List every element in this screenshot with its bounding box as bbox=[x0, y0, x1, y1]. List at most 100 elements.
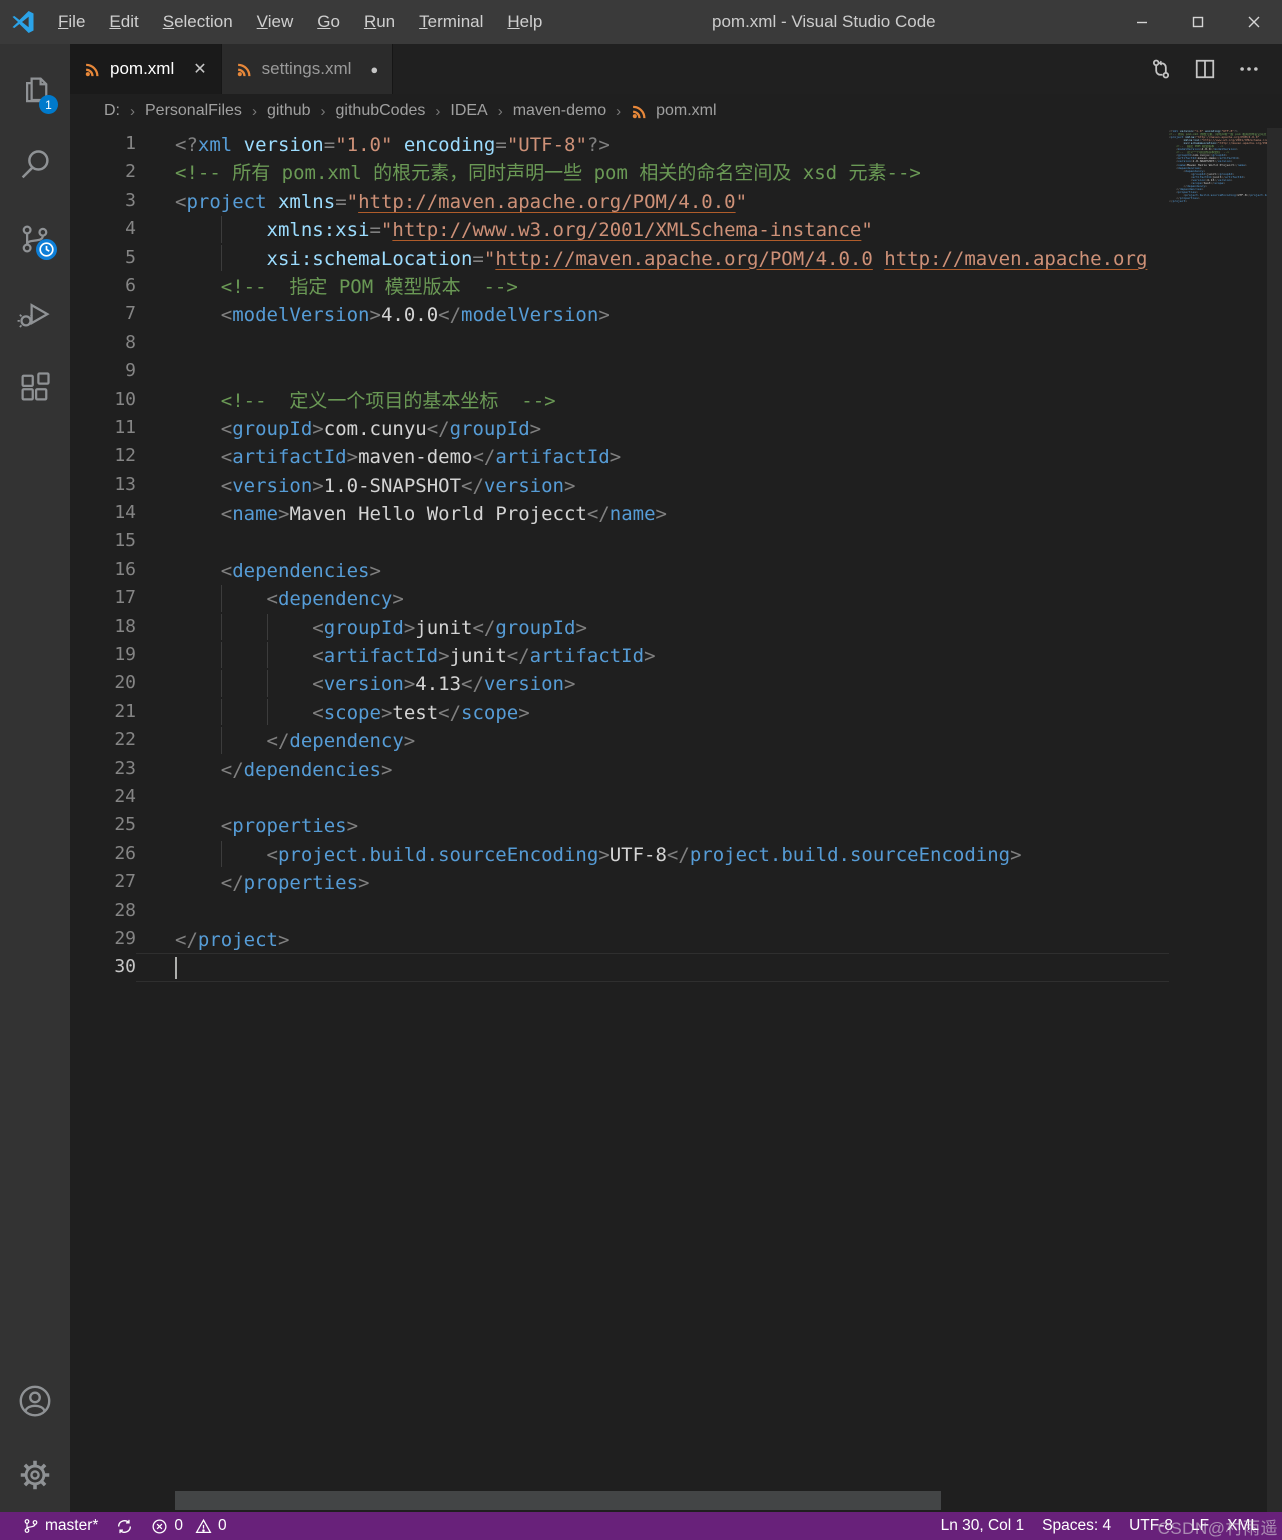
indentation-status[interactable]: Spaces: 4 bbox=[1033, 1517, 1120, 1535]
activity-bar: 1 bbox=[0, 44, 70, 1512]
tab-settings.xml[interactable]: settings.xml ● bbox=[221, 44, 394, 94]
tab-close-icon[interactable]: ✕ bbox=[193, 59, 206, 79]
git-branch-status[interactable]: master* bbox=[14, 1517, 107, 1535]
activity-source-control-icon[interactable] bbox=[0, 202, 70, 276]
menu-file[interactable]: File bbox=[46, 0, 97, 44]
close-button[interactable] bbox=[1226, 0, 1282, 44]
code-line[interactable]: 29 </project> bbox=[70, 925, 1169, 953]
breadcrumb-item[interactable]: PersonalFiles bbox=[143, 102, 244, 120]
sync-button[interactable] bbox=[107, 1518, 142, 1535]
code-line[interactable]: 9 bbox=[70, 357, 1169, 385]
minimap[interactable]: <?xml version="1.0" encoding="UTF-8"?> <!… bbox=[1169, 130, 1267, 1490]
line-number: 3 bbox=[125, 189, 136, 211]
tab-pom.xml[interactable]: pom.xml ✕ bbox=[70, 44, 222, 94]
horizontal-scrollbar[interactable] bbox=[175, 1491, 941, 1510]
tab-bar: pom.xml ✕ settings.xml ● bbox=[70, 44, 1282, 94]
breadcrumb-item[interactable]: D: bbox=[102, 102, 122, 120]
line-content bbox=[136, 527, 1169, 555]
code-line[interactable]: 16 <dependencies> bbox=[70, 556, 1169, 584]
line-number: 13 bbox=[114, 473, 136, 495]
language-mode[interactable]: XML bbox=[1218, 1517, 1268, 1535]
code-line[interactable]: 23 </dependencies> bbox=[70, 755, 1169, 783]
eol-status[interactable]: LF bbox=[1182, 1517, 1218, 1535]
menu-help[interactable]: Help bbox=[495, 0, 554, 44]
text-cursor bbox=[175, 957, 177, 980]
code-line[interactable]: 21 <scope>test</scope> bbox=[70, 698, 1169, 726]
line-number: 2 bbox=[125, 161, 136, 183]
code-line[interactable]: 3 <project xmlns="http://maven.apache.org… bbox=[70, 187, 1169, 215]
code-line[interactable]: 8 bbox=[70, 329, 1169, 357]
code-line[interactable]: 15 bbox=[70, 527, 1169, 555]
code-line[interactable]: 7 <modelVersion>4.0.0</modelVersion> bbox=[70, 300, 1169, 328]
line-number: 8 bbox=[125, 331, 136, 353]
code-line[interactable]: 30 bbox=[70, 953, 1169, 982]
menu-go[interactable]: Go bbox=[305, 0, 352, 44]
activity-run-debug-icon[interactable] bbox=[0, 276, 70, 350]
code-line[interactable]: 26 <project.build.sourceEncoding>UTF-8</… bbox=[70, 840, 1169, 868]
line-content: <!-- 定义一个项目的基本坐标 --> bbox=[220, 389, 556, 412]
code-line[interactable]: 12 <artifactId>maven-demo</artifactId> bbox=[70, 442, 1169, 470]
account-icon bbox=[16, 1382, 54, 1420]
code-line[interactable]: 25 <properties> bbox=[70, 811, 1169, 839]
code-line[interactable]: 22 </dependency> bbox=[70, 726, 1169, 754]
encoding-status[interactable]: UTF-8 bbox=[1120, 1517, 1182, 1535]
line-content bbox=[136, 783, 1169, 811]
code-line[interactable]: 28 bbox=[70, 897, 1169, 925]
split-editor-icon[interactable] bbox=[1194, 58, 1216, 80]
code-line[interactable]: 4 xmlns:xsi="http://www.w3.org/2001/XMLS… bbox=[70, 215, 1169, 243]
more-actions-icon[interactable] bbox=[1238, 58, 1260, 80]
activity-search-icon[interactable] bbox=[0, 128, 70, 202]
open-changes-icon[interactable] bbox=[1150, 58, 1172, 80]
modified-dot-icon[interactable]: ● bbox=[370, 62, 378, 77]
vertical-scrollbar[interactable] bbox=[1267, 128, 1282, 1512]
activity-explorer-icon[interactable]: 1 bbox=[0, 54, 70, 128]
menu-selection[interactable]: Selection bbox=[151, 0, 245, 44]
line-content bbox=[136, 953, 1169, 982]
code-line[interactable]: 1 <?xml version="1.0" encoding="UTF-8"?> bbox=[70, 130, 1169, 158]
breadcrumb-item[interactable]: maven-demo bbox=[511, 102, 608, 120]
code-editor[interactable]: 1 <?xml version="1.0" encoding="UTF-8"?> 2… bbox=[70, 128, 1282, 1512]
code-line[interactable]: 5 xsi:schemaLocation="http://maven.apach… bbox=[70, 244, 1169, 272]
maximize-button[interactable] bbox=[1170, 0, 1226, 44]
warning-count: 0 bbox=[218, 1517, 227, 1534]
code-line[interactable]: 2 <!-- 所有 pom.xml 的根元素，同时声明一些 pom 相关的命名空间… bbox=[70, 158, 1169, 186]
menu-edit[interactable]: Edit bbox=[97, 0, 150, 44]
editor-actions bbox=[1150, 44, 1282, 94]
code-line[interactable]: 27 </properties> bbox=[70, 868, 1169, 896]
problems-status[interactable]: 0 0 bbox=[142, 1517, 235, 1535]
cursor-position[interactable]: Ln 30, Col 1 bbox=[932, 1517, 1034, 1535]
code-line[interactable]: 13 <version>1.0-SNAPSHOT</version> bbox=[70, 471, 1169, 499]
code-line[interactable]: 6 <!-- 指定 POM 模型版本 --> bbox=[70, 272, 1169, 300]
code-line[interactable]: 14 <name>Maven Hello World Projecct</nam… bbox=[70, 499, 1169, 527]
code-line[interactable]: 19 <artifactId>junit</artifactId> bbox=[70, 641, 1169, 669]
window-controls bbox=[1114, 0, 1282, 44]
window-title: pom.xml - Visual Studio Code bbox=[712, 12, 936, 31]
chevron-right-icon: › bbox=[251, 102, 257, 120]
code-line[interactable]: 18 <groupId>junit</groupId> bbox=[70, 613, 1169, 641]
breadcrumb-item[interactable]: github bbox=[265, 102, 313, 120]
activity-account-icon[interactable] bbox=[0, 1364, 70, 1438]
code-line[interactable]: 17 <dependency> bbox=[70, 584, 1169, 612]
code-line[interactable]: 20 <version>4.13</version> bbox=[70, 669, 1169, 697]
code-line[interactable]: 24 bbox=[70, 783, 1169, 811]
vscode-window: File Edit Selection View Go Run Terminal Help p… bbox=[0, 0, 1282, 1540]
breadcrumb-item[interactable]: IDEA bbox=[448, 102, 489, 120]
line-number: 27 bbox=[114, 871, 136, 893]
code-line[interactable]: 11 <groupId>com.cunyu</groupId> bbox=[70, 414, 1169, 442]
menu-terminal[interactable]: Terminal bbox=[407, 0, 495, 44]
activity-settings-gear-icon[interactable] bbox=[0, 1438, 70, 1512]
minimize-button[interactable] bbox=[1114, 0, 1170, 44]
menu-run[interactable]: Run bbox=[352, 0, 407, 44]
breadcrumb-item[interactable]: pom.xml bbox=[654, 102, 718, 120]
line-number: 11 bbox=[114, 416, 136, 438]
xml-file-icon bbox=[236, 61, 253, 78]
indent-guide bbox=[220, 840, 222, 868]
activity-extensions-icon[interactable] bbox=[0, 350, 70, 424]
code-lines[interactable]: 1 <?xml version="1.0" encoding="UTF-8"?> 2… bbox=[70, 130, 1169, 1490]
menu-view[interactable]: View bbox=[245, 0, 306, 44]
indent-guide bbox=[220, 698, 222, 726]
code-line[interactable]: 10 <!-- 定义一个项目的基本坐标 --> bbox=[70, 386, 1169, 414]
line-number: 9 bbox=[125, 360, 136, 382]
breadcrumb-item[interactable]: githubCodes bbox=[334, 102, 428, 120]
line-content: <properties> bbox=[220, 815, 359, 838]
